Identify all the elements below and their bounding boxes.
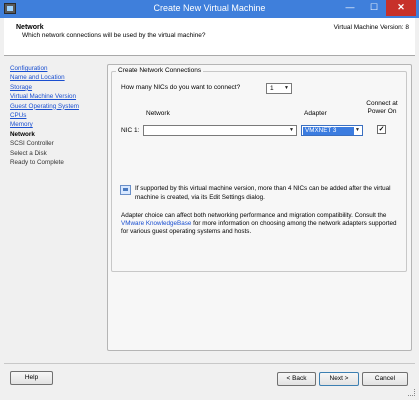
maximize-button[interactable]: ☐: [362, 0, 386, 16]
page-subtitle: Which network connections will be used b…: [22, 32, 206, 39]
wizard-steps-nav: Configuration Name and Location Storage …: [10, 64, 102, 167]
back-button[interactable]: < Back: [277, 372, 316, 386]
step-select-disk: Select a Disk: [10, 149, 47, 157]
nic-count-question: How many NICs do you want to connect?: [121, 84, 241, 91]
step-scsi-controller: SCSI Controller: [10, 140, 54, 148]
adapter-choice-text: Adapter choice can affect both networkin…: [121, 212, 405, 237]
connect-at-power-on-checkbox[interactable]: ✓: [377, 125, 386, 134]
adapter-select-value: VMXNET 3: [303, 127, 354, 135]
minimize-button[interactable]: —: [338, 0, 362, 16]
step-cpus[interactable]: CPUs: [10, 111, 102, 120]
nic-count-select[interactable]: 1 ▼: [266, 83, 292, 94]
nic-count-value: 1: [270, 85, 274, 92]
chevron-down-icon[interactable]: ▼: [353, 126, 362, 135]
help-button[interactable]: Help: [10, 371, 53, 385]
title-bar[interactable]: Create New Virtual Machine — ☐ ✕: [0, 0, 419, 18]
vm-version-label: Virtual Machine Version: 8: [333, 24, 409, 31]
wizard-header: Network Which network connections will b…: [4, 18, 415, 56]
step-configuration[interactable]: Configuration: [10, 64, 102, 73]
network-select[interactable]: ▼: [143, 125, 297, 136]
nic-1-label: NIC 1:: [121, 127, 140, 134]
step-memory[interactable]: Memory: [10, 120, 102, 129]
connect-column-header: Connect at Power On: [366, 100, 398, 115]
vmware-kb-link[interactable]: VMware KnowledgeBase: [121, 220, 191, 227]
resize-grip[interactable]: [408, 389, 415, 396]
page-title: Network: [16, 24, 44, 31]
adapter-select[interactable]: VMXNET 3 ▼: [301, 125, 363, 136]
next-button[interactable]: Next >: [319, 372, 359, 386]
adapter-column-header: Adapter: [304, 110, 327, 117]
nic-info-text: If supported by this virtual machine ver…: [135, 185, 391, 201]
network-column-header: Network: [146, 110, 170, 117]
step-network: Network: [10, 130, 35, 138]
chevron-down-icon[interactable]: ▼: [287, 126, 296, 135]
cancel-button[interactable]: Cancel: [362, 372, 408, 386]
chevron-down-icon[interactable]: ▼: [282, 84, 291, 93]
step-guest-os[interactable]: Guest Operating System: [10, 102, 102, 111]
step-vm-version[interactable]: Virtual Machine Version: [10, 92, 102, 101]
step-name-and-location[interactable]: Name and Location: [10, 73, 102, 82]
step-ready-to-complete: Ready to Complete: [10, 158, 64, 166]
close-button[interactable]: ✕: [386, 0, 416, 16]
group-title: Create Network Connections: [116, 67, 204, 74]
info-icon: [120, 185, 131, 195]
adapter-text-before: Adapter choice can affect both networkin…: [121, 212, 387, 219]
step-storage[interactable]: Storage: [10, 83, 102, 92]
